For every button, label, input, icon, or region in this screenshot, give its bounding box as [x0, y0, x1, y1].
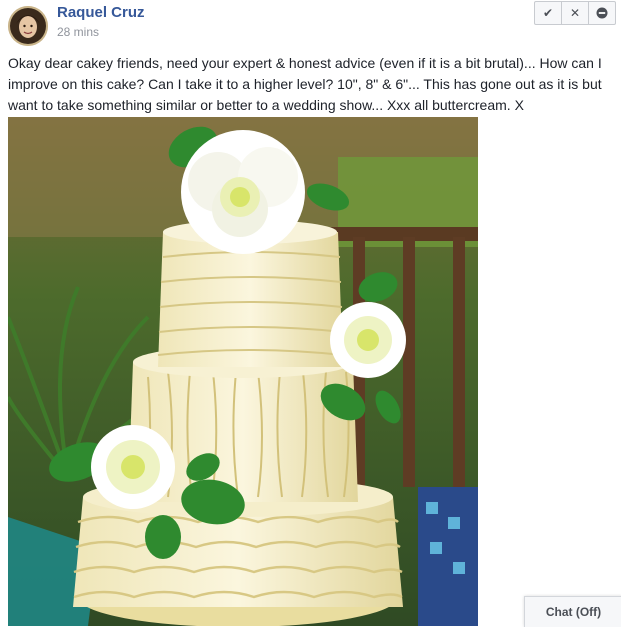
post-photo[interactable] — [8, 117, 478, 626]
post-action-buttons: ✔ ✕ — [534, 1, 616, 25]
profile-picture — [8, 6, 48, 46]
author-name[interactable]: Raquel Cruz — [57, 4, 145, 21]
approve-button[interactable]: ✔ — [535, 2, 562, 24]
minus-circle-icon — [596, 7, 608, 19]
feed-post: Raquel Cruz 28 mins ✔ ✕ Okay dear cakey … — [0, 0, 621, 626]
close-icon: ✕ — [569, 6, 581, 20]
avatar[interactable] — [8, 6, 48, 46]
post-body-text: Okay dear cakey friends, need your exper… — [8, 55, 602, 113]
check-icon: ✔ — [542, 6, 554, 20]
remove-button[interactable]: ✕ — [562, 2, 589, 24]
chat-toggle-button[interactable]: Chat (Off) — [524, 596, 621, 627]
post-timestamp[interactable]: 28 mins — [57, 25, 99, 39]
cake-photo-illustration — [8, 117, 478, 626]
block-button[interactable] — [589, 2, 615, 24]
